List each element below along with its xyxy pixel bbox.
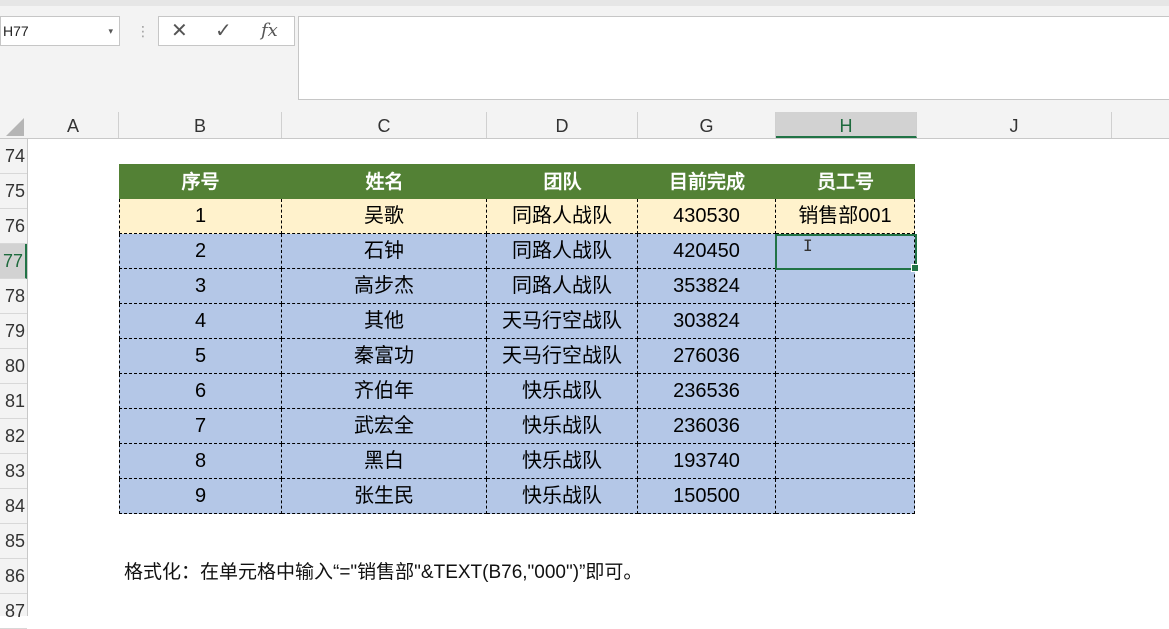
table-cell[interactable]: 其他 [282, 304, 487, 339]
table-cell[interactable]: 430530 [638, 199, 776, 234]
column-header-h[interactable]: H [776, 112, 917, 138]
table-cell[interactable]: 303824 [638, 304, 776, 339]
table-cell[interactable]: 276036 [638, 339, 776, 374]
table-cell[interactable]: 9 [119, 479, 282, 514]
column-header-c[interactable]: C [282, 112, 487, 138]
header-cell[interactable]: 序号 [119, 164, 282, 199]
column-header-d[interactable]: D [487, 112, 638, 138]
row-header-81[interactable]: 81 [0, 384, 27, 419]
table-cell[interactable]: 2 [119, 234, 282, 269]
table-cell[interactable] [776, 269, 915, 304]
row-header-84[interactable]: 84 [0, 489, 27, 524]
table-cell[interactable] [776, 444, 915, 479]
header-cell[interactable]: 目前完成 [638, 164, 776, 199]
table-cell[interactable]: 快乐战队 [487, 374, 638, 409]
row-header-85[interactable]: 85 [0, 524, 27, 559]
row-header-78[interactable]: 78 [0, 279, 27, 314]
table-cell[interactable]: 武宏全 [282, 409, 487, 444]
row-header-bar: 74 75 76 77 78 79 80 81 82 83 84 85 86 87 [0, 139, 28, 629]
row-header-79[interactable]: 79 [0, 314, 27, 349]
table-cell[interactable] [776, 304, 915, 339]
table-cell[interactable]: 150500 [638, 479, 776, 514]
insert-function-icon[interactable]: fx [261, 17, 278, 45]
instruction-note: 格式化：在单元格中输入“="销售部"&TEXT(B76,"000")”即可。 [124, 562, 643, 583]
row-header-86[interactable]: 86 [0, 559, 27, 594]
table-cell[interactable]: 石钟 [282, 234, 487, 269]
table-cell[interactable]: 快乐战队 [487, 409, 638, 444]
column-header-a[interactable]: A [28, 112, 119, 138]
table-cell[interactable]: 快乐战队 [487, 479, 638, 514]
name-box-value: H77 [3, 23, 29, 39]
table-cell[interactable]: 张生民 [282, 479, 487, 514]
ribbon-edge [0, 0, 1169, 6]
formula-buttons: ✕ ✓ fx [158, 16, 295, 46]
header-cell[interactable]: 团队 [487, 164, 638, 199]
table-cell[interactable]: 快乐战队 [487, 444, 638, 479]
row-header-87[interactable]: 87 [0, 594, 27, 629]
column-header-b[interactable]: B [119, 112, 282, 138]
row-header-80[interactable]: 80 [0, 349, 27, 384]
table-cell[interactable]: 353824 [638, 269, 776, 304]
table-cell[interactable]: 5 [119, 339, 282, 374]
table-cell[interactable]: 秦富功 [282, 339, 487, 374]
row-header-74[interactable]: 74 [0, 139, 27, 174]
table-cell[interactable]: 天马行空战队 [487, 339, 638, 374]
table-cell[interactable]: 销售部001 [776, 199, 915, 234]
table-cell[interactable]: 420450 [638, 234, 776, 269]
header-cell[interactable]: 员工号 [776, 164, 915, 199]
table-cell[interactable]: 吴歌 [282, 199, 487, 234]
row-header-76[interactable]: 76 [0, 209, 27, 244]
enter-icon[interactable]: ✓ [215, 17, 232, 45]
table-cell[interactable] [776, 339, 915, 374]
table-cell[interactable]: 同路人战队 [487, 234, 638, 269]
table-cell[interactable]: 3 [119, 269, 282, 304]
more-options-icon: ⋮ [136, 23, 150, 39]
header-cell[interactable]: 姓名 [282, 164, 487, 199]
table-cell[interactable]: 236036 [638, 409, 776, 444]
table-cell[interactable]: 黑白 [282, 444, 487, 479]
cancel-icon[interactable]: ✕ [171, 17, 188, 45]
column-header-g[interactable]: G [638, 112, 776, 138]
chevron-down-icon[interactable]: ▾ [108, 17, 113, 45]
table-cell[interactable]: 4 [119, 304, 282, 339]
row-header-77[interactable]: 77 [0, 244, 27, 279]
name-box[interactable]: H77 ▾ [0, 16, 120, 46]
select-all-icon[interactable] [6, 118, 24, 136]
table-cell[interactable]: 同路人战队 [487, 199, 638, 234]
active-cell-h77[interactable] [775, 234, 919, 272]
row-header-75[interactable]: 75 [0, 174, 27, 209]
table-cell[interactable]: 齐伯年 [282, 374, 487, 409]
column-header-j[interactable]: J [917, 112, 1112, 138]
row-header-83[interactable]: 83 [0, 454, 27, 489]
table-cell[interactable]: 1 [119, 199, 282, 234]
table-cell[interactable]: 8 [119, 444, 282, 479]
fill-handle[interactable] [911, 264, 919, 272]
table-cell[interactable]: 193740 [638, 444, 776, 479]
table-cell[interactable] [776, 374, 915, 409]
table-cell[interactable]: 同路人战队 [487, 269, 638, 304]
table-cell[interactable]: 236536 [638, 374, 776, 409]
table-cell[interactable]: 天马行空战队 [487, 304, 638, 339]
table-cell[interactable]: 7 [119, 409, 282, 444]
text-cursor-icon: I [803, 236, 813, 255]
formula-input[interactable] [298, 16, 1169, 100]
row-header-82[interactable]: 82 [0, 419, 27, 454]
table-cell[interactable]: 6 [119, 374, 282, 409]
table-cell[interactable] [776, 409, 915, 444]
table-cell[interactable] [776, 479, 915, 514]
table-cell[interactable]: 高步杰 [282, 269, 487, 304]
